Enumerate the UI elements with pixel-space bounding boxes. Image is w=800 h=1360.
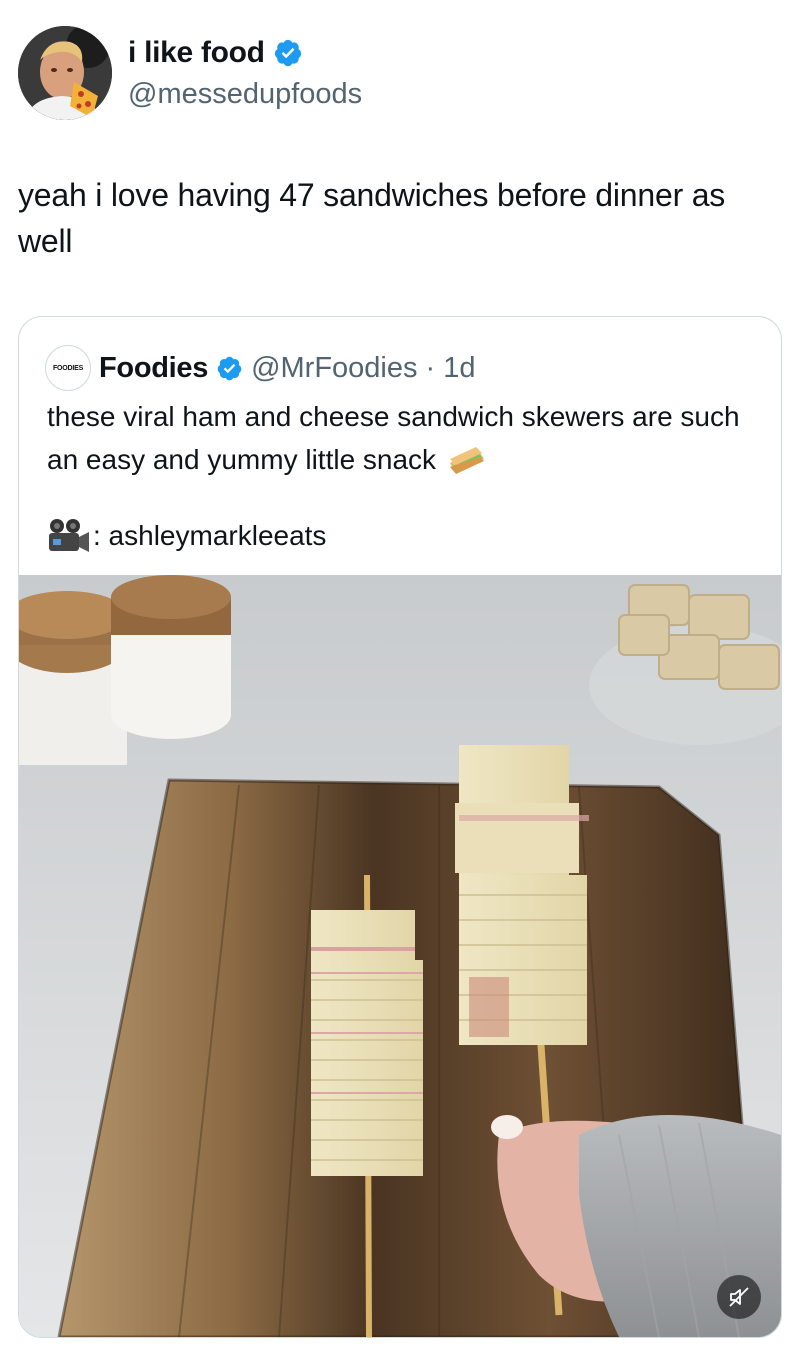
handle[interactable]: @messedupfoods [128,78,362,111]
quoted-tweet-text: these viral ham and cheese sandwich skew… [47,395,767,481]
avatar[interactable] [18,26,112,120]
video-credit-text[interactable]: : ashleymarkleeats [93,520,326,552]
quoted-tweet-text-body: these viral ham and cheese sandwich skew… [47,401,740,475]
quoted-tweet-header: FOODIES Foodies @MrFoodies · 1d [45,345,475,391]
video-player[interactable] [19,575,781,1337]
quoted-avatar-text: FOODIES [52,364,84,372]
display-name-text[interactable]: i like food [128,36,265,70]
sandwich-stack-right [455,745,589,1045]
sandwich-stack-left [311,910,423,1176]
quoted-display-name[interactable]: Foodies [99,352,208,385]
video-thumbnail [19,575,781,1337]
video-credit: : ashleymarkleeats [47,517,326,555]
quoted-tweet-card[interactable]: FOODIES Foodies @MrFoodies · 1d these vi… [18,316,782,1338]
meta-separator: · [425,351,436,384]
mute-button[interactable] [717,1275,761,1319]
speaker-muted-icon [729,1287,749,1307]
display-name[interactable]: i like food [128,36,303,70]
quoted-timestamp[interactable]: 1d [443,352,475,385]
movie-camera-icon [49,519,89,552]
quoted-handle[interactable]: @MrFoodies [251,352,417,385]
verified-badge-icon [274,39,301,67]
verified-badge-icon [217,356,242,380]
sandwich-emoji-icon [449,447,484,474]
quoted-avatar[interactable]: FOODIES [45,345,91,391]
tweet-text: yeah i love having 47 sandwiches before … [18,177,726,259]
